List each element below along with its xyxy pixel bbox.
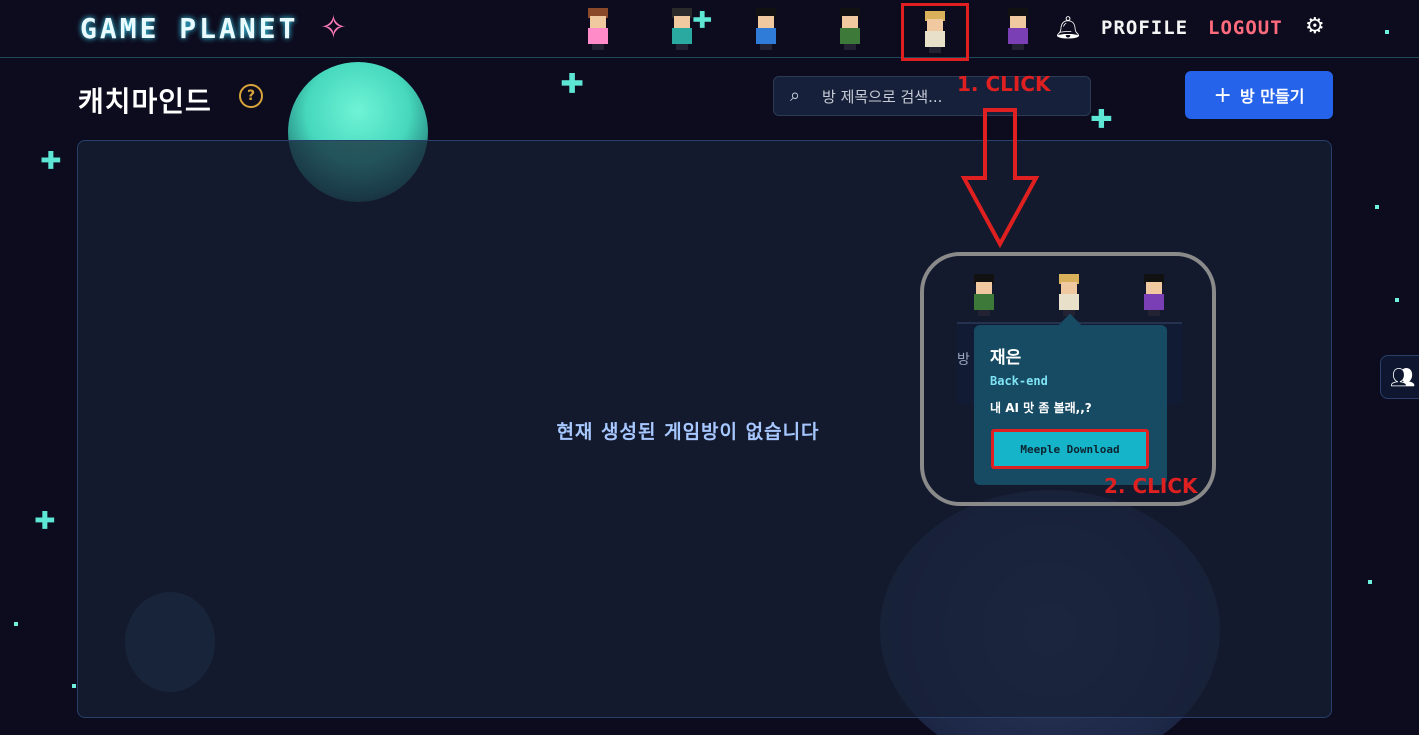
avatar-3[interactable] bbox=[746, 6, 786, 52]
create-room-button[interactable]: + 방 만들기 bbox=[1185, 71, 1333, 119]
sparkle-icon: ✧ bbox=[320, 8, 347, 46]
zoomed-avatar-4[interactable] bbox=[970, 274, 998, 316]
users-icon[interactable]: 👥︎ bbox=[1380, 355, 1419, 399]
star-icon: ✚ bbox=[560, 57, 585, 103]
star-icon: ✚ bbox=[34, 497, 56, 538]
zoomed-avatar-row bbox=[960, 270, 1200, 320]
help-icon[interactable]: ? bbox=[239, 84, 263, 108]
annotation-step-1: 1. CLICK bbox=[957, 72, 1051, 96]
zoomed-avatar-6[interactable] bbox=[1140, 274, 1168, 316]
annotation-step-2: 2. CLICK bbox=[1104, 474, 1198, 498]
app-logo[interactable]: GAME PLANET bbox=[80, 12, 298, 45]
avatar-1[interactable] bbox=[578, 6, 618, 52]
profile-link[interactable]: PROFILE bbox=[1101, 17, 1188, 39]
create-room-label: 방 만들기 bbox=[1239, 87, 1305, 106]
star-icon: ✚ bbox=[1090, 93, 1113, 137]
bell-icon[interactable]: 🔔︎ bbox=[1054, 16, 1082, 41]
star-dot bbox=[1368, 580, 1372, 584]
star-dot bbox=[14, 622, 18, 626]
avatar-4[interactable] bbox=[830, 6, 870, 52]
member-popover: 재은 Back-end 내 AI 맛 좀 볼래,,? Meeple Downlo… bbox=[974, 325, 1167, 485]
avatar-6[interactable] bbox=[998, 6, 1038, 52]
member-name: 재은 bbox=[990, 348, 1022, 368]
star-icon: ✚ bbox=[40, 137, 62, 178]
gear-icon[interactable]: ⚙ bbox=[1305, 14, 1325, 39]
member-message: 내 AI 맛 좀 볼래,,? bbox=[990, 401, 1092, 415]
down-arrow-annotation bbox=[960, 108, 1040, 248]
zoomed-avatar-5[interactable] bbox=[1055, 274, 1083, 316]
avatar-2[interactable] bbox=[662, 6, 702, 52]
star-dot bbox=[1395, 298, 1399, 302]
star-dot bbox=[72, 684, 76, 688]
meeple-download-button[interactable]: Meeple Download bbox=[991, 429, 1149, 469]
member-role: Back-end bbox=[990, 374, 1048, 388]
top-navigation: GAME PLANET ✧ 🔔︎ PROFILE LOGOUT ⚙ bbox=[0, 0, 1419, 61]
search-icon: ⌕ bbox=[790, 85, 801, 106]
plus-icon: + bbox=[1213, 82, 1232, 108]
avatar-5[interactable] bbox=[901, 3, 969, 61]
star-dot bbox=[1375, 205, 1379, 209]
page-title: 캐치마인드 bbox=[78, 85, 212, 118]
logout-link[interactable]: LOGOUT bbox=[1208, 17, 1283, 39]
